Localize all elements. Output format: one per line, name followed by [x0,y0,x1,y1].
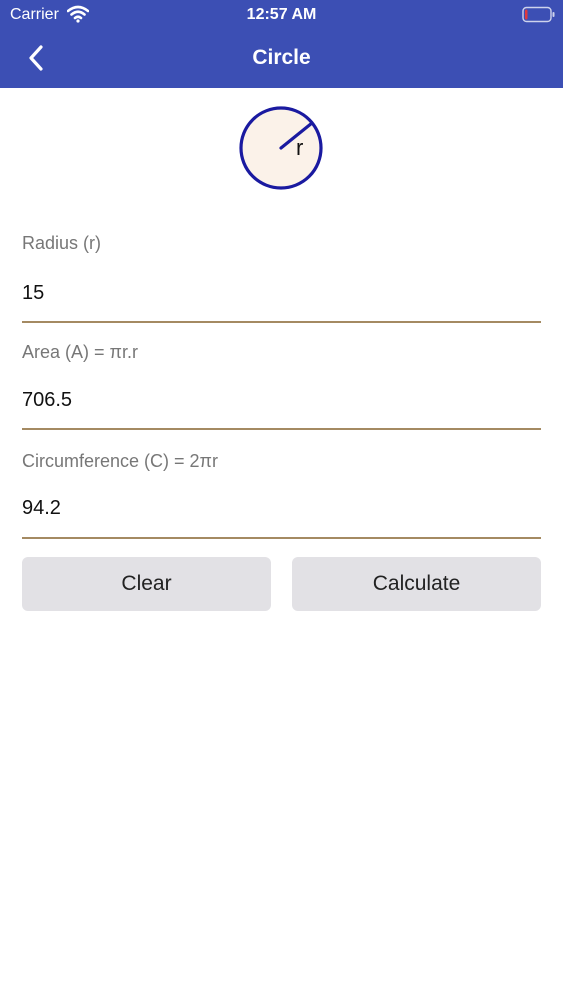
radius-label: Radius (r) [22,233,102,253]
radius-underline [22,321,541,323]
area-underline [22,428,541,430]
circumference-field: Circumference (C) = 2πr [22,449,541,539]
page-title: Circle [252,46,311,69]
circumference-underline [22,537,541,539]
area-label: Area (A) = πr.r [22,342,138,362]
circumference-label: Circumference (C) = 2πr [22,451,218,471]
circle-radius-icon: r [239,106,323,190]
status-time: 12:57 AM [246,6,317,23]
area-field: Area (A) = πr.r [22,340,541,430]
calculate-button[interactable]: Calculate [292,557,541,611]
area-input[interactable] [22,385,541,415]
circumference-input[interactable] [22,493,541,523]
radius-input[interactable] [22,278,541,308]
radius-field: Radius (r) [22,231,541,323]
clear-button[interactable]: Clear [22,557,271,611]
radius-letter: r [296,135,303,160]
battery-icon [522,6,555,23]
navigation-bar: Carrier 12:57 AM Circle [0,0,563,88]
